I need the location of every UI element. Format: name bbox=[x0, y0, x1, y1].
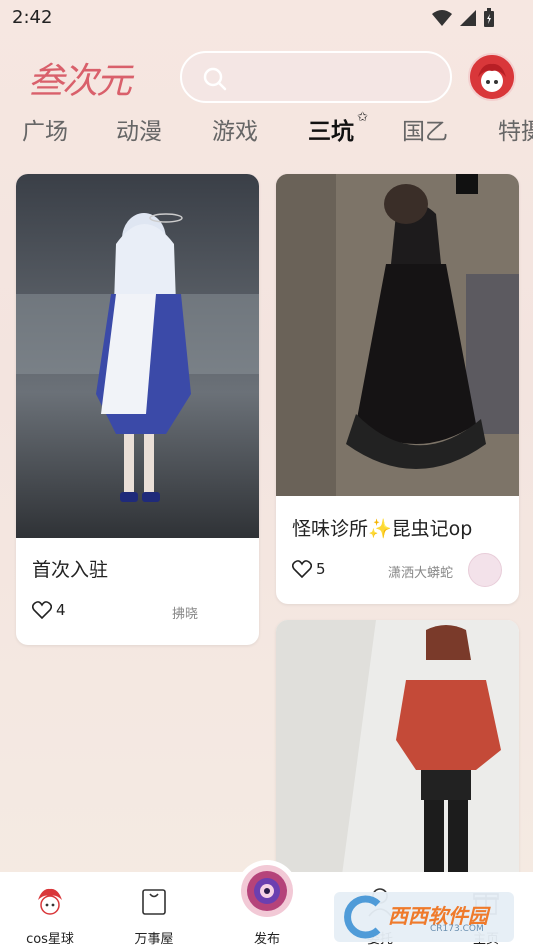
watermark-logo-icon bbox=[344, 895, 381, 939]
status-bar: 2:42 bbox=[0, 0, 533, 36]
tab-tokusatsu[interactable]: 特摄 bbox=[498, 112, 533, 146]
status-time: 2:42 bbox=[12, 7, 53, 28]
battery-icon bbox=[484, 8, 494, 27]
site-watermark: 西西软件园 CR173.COM bbox=[334, 892, 514, 942]
search-bar[interactable] bbox=[180, 51, 452, 103]
publish-camera-icon bbox=[241, 865, 293, 917]
like-button[interactable]: 5 bbox=[292, 560, 326, 578]
post-photo bbox=[276, 174, 519, 496]
publish-button[interactable] bbox=[236, 860, 298, 922]
signal-icon bbox=[460, 10, 476, 26]
app-logo: 叁次元 bbox=[28, 61, 132, 102]
planet-mascot-icon bbox=[38, 888, 62, 915]
tab-games[interactable]: 游戏 bbox=[212, 112, 258, 146]
mascot-avatar-icon bbox=[470, 55, 514, 99]
sparkle-icon: ✩ bbox=[357, 110, 368, 125]
nav-shop[interactable]: 万事屋 bbox=[114, 872, 194, 948]
status-icons bbox=[431, 8, 495, 28]
like-button[interactable]: 4 bbox=[32, 601, 66, 619]
author-name[interactable]: 潇洒大蟒蛇 bbox=[388, 562, 453, 581]
feed-card[interactable]: 怪味诊所✨昆虫记op 5 潇洒大蟒蛇 bbox=[276, 174, 519, 604]
like-count: 4 bbox=[56, 601, 66, 619]
heart-icon bbox=[292, 560, 312, 578]
shopping-bag-icon bbox=[142, 889, 166, 915]
author-avatar[interactable] bbox=[468, 553, 502, 587]
wifi-icon bbox=[432, 10, 452, 26]
user-avatar[interactable] bbox=[468, 53, 516, 101]
feed-card[interactable]: 首次入驻 4 拂晓 bbox=[16, 174, 259, 645]
nav-cos-planet[interactable]: cos星球 bbox=[10, 872, 90, 948]
heart-icon bbox=[32, 601, 52, 619]
category-tabs: 广场 动漫 游戏 三坑 ✩ 国乙 特摄 bbox=[0, 110, 533, 152]
like-count: 5 bbox=[316, 560, 326, 578]
author-name[interactable]: 拂晓 bbox=[172, 603, 198, 622]
post-photo bbox=[16, 174, 259, 538]
tab-plaza[interactable]: 广场 bbox=[22, 112, 68, 146]
post-title: 首次入驻 bbox=[32, 559, 109, 581]
tab-sankeng[interactable]: 三坑 ✩ bbox=[308, 110, 368, 146]
app-header: 叁次元 bbox=[0, 48, 533, 108]
tab-otome[interactable]: 国乙 bbox=[402, 112, 448, 146]
post-title: 怪味诊所✨昆虫记op bbox=[292, 518, 473, 540]
search-icon bbox=[203, 67, 227, 91]
tab-anime[interactable]: 动漫 bbox=[116, 112, 162, 146]
